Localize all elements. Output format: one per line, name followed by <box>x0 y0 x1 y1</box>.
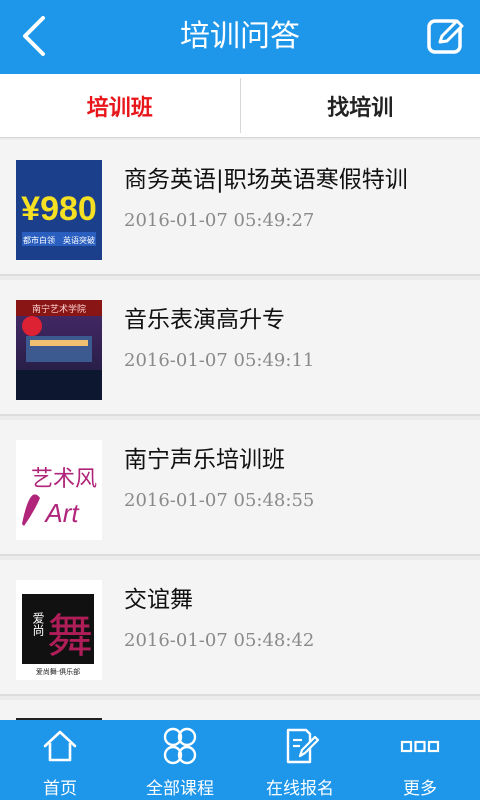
all-courses-icon <box>158 726 202 766</box>
nav-all-courses[interactable]: 全部课程 <box>120 720 240 800</box>
thumb-chars: 爱尚 <box>31 612 45 636</box>
thumb-caption: 爱尚舞·俱乐部 <box>36 667 80 676</box>
nav-label: 更多 <box>403 779 437 799</box>
edit-icon <box>427 19 464 54</box>
nav-online-signup[interactable]: 在线报名 <box>240 720 360 800</box>
nav-label: 首页 <box>43 779 77 799</box>
more-icon <box>398 726 442 766</box>
page-title: 培训问答 <box>180 19 300 54</box>
item-time: 2016-01-07 05:48:42 <box>124 630 315 651</box>
item-title: 南宁声乐培训班 <box>124 447 285 473</box>
online-signup-icon <box>278 726 322 766</box>
course-thumbnail: ¥980 都市白领 英语突破 <box>16 160 102 260</box>
thumb-big: 舞 <box>47 609 93 663</box>
list-item[interactable]: ¥980 都市白领 英语突破 商务英语|职场英语寒假特训 2016-01-07 … <box>0 140 480 276</box>
course-thumbnail: 艺术风 Art <box>16 440 102 540</box>
item-time: 2016-01-07 05:48:55 <box>124 490 315 511</box>
thumb-caption: 都市白领 英语突破 <box>23 235 95 245</box>
list-item-partial[interactable] <box>0 700 480 720</box>
thumb-price: ¥980 <box>21 190 97 228</box>
item-time: 2016-01-07 05:49:11 <box>124 350 315 371</box>
training-list[interactable]: ¥980 都市白领 英语突破 商务英语|职场英语寒假特训 2016-01-07 … <box>0 140 480 720</box>
course-thumbnail: 南宁艺术学院 <box>16 300 102 400</box>
list-item[interactable]: 南宁艺术学院 音乐表演高升专 2016-01-07 05:49:11 <box>0 280 480 416</box>
item-time: 2016-01-07 05:49:27 <box>124 210 315 231</box>
item-title: 音乐表演高升专 <box>124 307 285 333</box>
thumb-sign: 南宁艺术学院 <box>32 303 86 315</box>
tab-find-training[interactable]: 找培训 <box>241 74 480 137</box>
top-bar: 培训问答 <box>0 0 480 74</box>
tab-training-class[interactable]: 培训班 <box>0 74 240 137</box>
nav-more[interactable]: 更多 <box>360 720 480 800</box>
nav-home[interactable]: 首页 <box>0 720 120 800</box>
list-item[interactable]: 爱尚 舞 爱尚舞·俱乐部 交谊舞 2016-01-07 05:48:42 <box>0 560 480 696</box>
bottom-nav: 首页 全部课程 在线报名 更多 <box>0 720 480 800</box>
nav-label: 在线报名 <box>266 779 334 799</box>
thumb-line2: Art <box>43 498 80 528</box>
course-thumbnail: 爱尚 舞 爱尚舞·俱乐部 <box>16 580 102 680</box>
nav-label: 全部课程 <box>146 779 214 799</box>
home-icon <box>38 726 82 766</box>
tab-bar: 培训班 找培训 <box>0 74 480 138</box>
edit-button[interactable] <box>422 12 470 60</box>
item-title: 商务英语|职场英语寒假特训 <box>124 167 408 193</box>
list-item[interactable]: 艺术风 Art 南宁声乐培训班 2016-01-07 05:48:55 <box>0 420 480 556</box>
thumb-line1: 艺术风 <box>31 467 97 492</box>
item-title: 交谊舞 <box>124 587 193 613</box>
